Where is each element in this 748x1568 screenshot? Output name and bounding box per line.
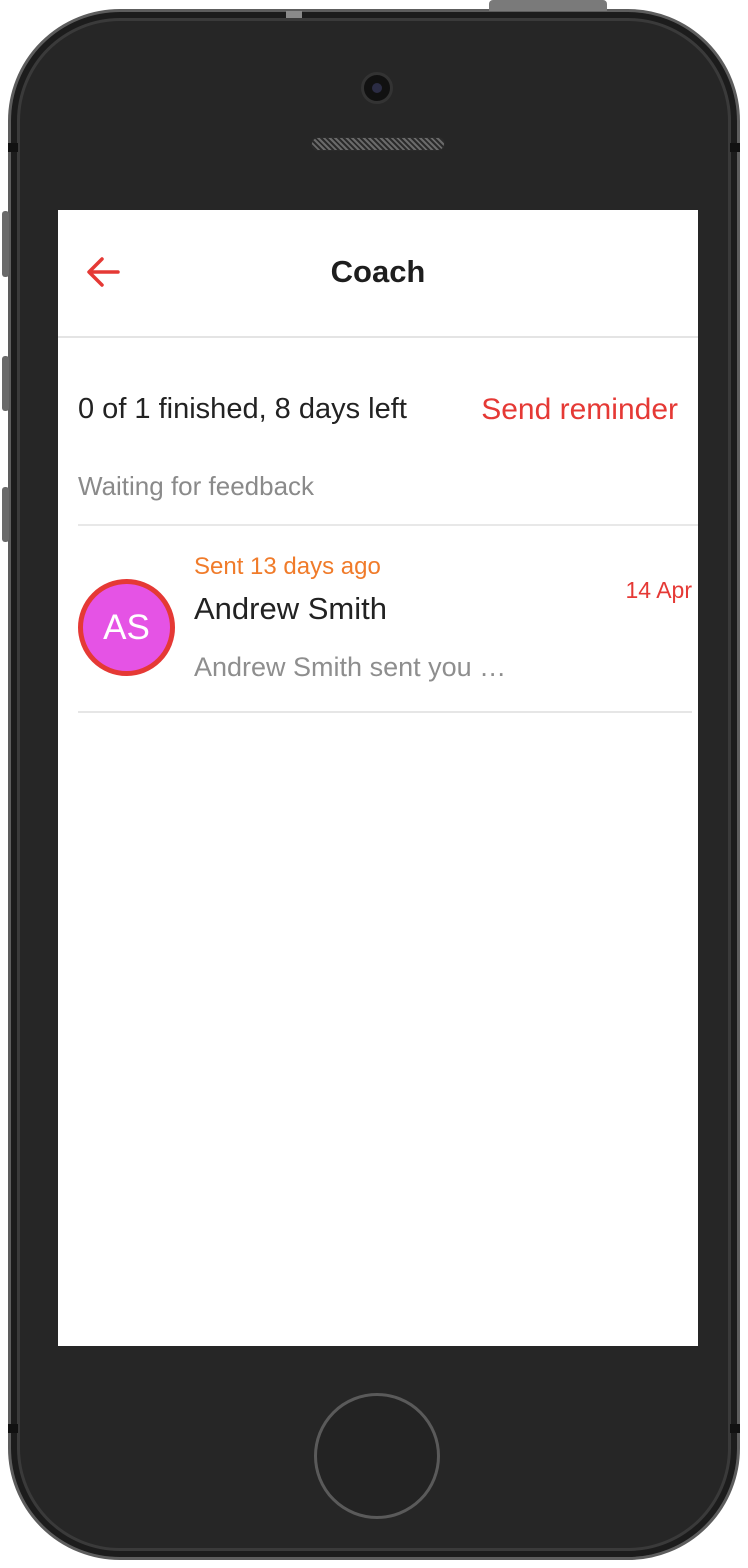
- volume-down-button: [2, 487, 9, 542]
- send-reminder-button[interactable]: Send reminder: [481, 393, 678, 427]
- antenna-band-right-top: [730, 143, 740, 152]
- sent-time-label: Sent 13 days ago: [194, 553, 381, 580]
- phone-top-mark: [286, 11, 302, 18]
- app-header: Coach: [58, 210, 698, 338]
- mute-switch: [2, 211, 9, 277]
- avatar-initials: AS: [103, 607, 150, 647]
- volume-up-button: [2, 356, 9, 411]
- item-date: 14 Apr: [625, 577, 693, 603]
- contact-name: Andrew Smith: [194, 591, 387, 626]
- power-button: [489, 0, 607, 11]
- avatar: AS: [78, 579, 175, 676]
- antenna-band-right-bottom: [730, 1424, 740, 1433]
- page-title: Coach: [330, 254, 426, 289]
- section-label: Waiting for feedback: [78, 471, 315, 501]
- list-item[interactable]: AS Sent 13 days ago Andrew Smith 14 Apr …: [78, 526, 692, 713]
- app-screen: Coach 0 of 1 finished, 8 days left Send …: [58, 210, 698, 1346]
- home-button[interactable]: [314, 1393, 440, 1519]
- antenna-band-left-top: [8, 143, 18, 152]
- message-preview: Andrew Smith sent you …: [194, 652, 507, 682]
- antenna-band-left-bottom: [8, 1424, 18, 1433]
- progress-summary: 0 of 1 finished, 8 days left: [78, 393, 407, 425]
- earpiece-speaker: [311, 137, 445, 151]
- front-camera: [361, 72, 393, 104]
